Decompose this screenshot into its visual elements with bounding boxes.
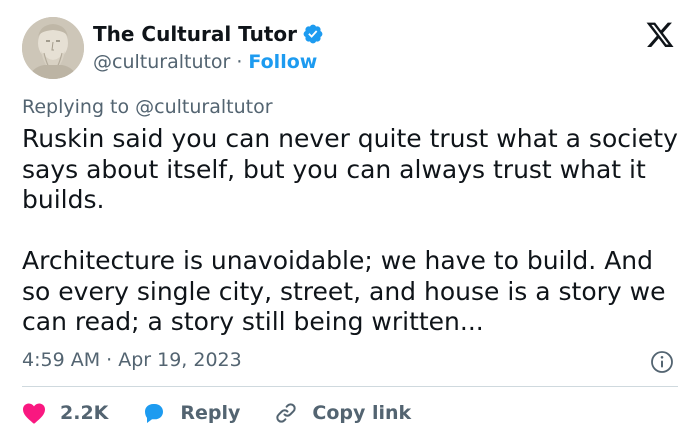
tweet-paragraph-2: Architecture is unavoidable; we have to … — [22, 246, 666, 336]
replying-mention-link[interactable]: @culturaltutor — [135, 96, 272, 118]
replying-to: Replying to @culturaltutor — [22, 96, 273, 118]
author-handle[interactable]: @culturaltutor — [93, 51, 230, 73]
action-bar: 2.2K Reply Copy link — [22, 398, 445, 428]
info-icon[interactable] — [650, 350, 674, 374]
speech-bubble-icon — [142, 402, 166, 424]
author-name[interactable]: The Cultural Tutor — [93, 22, 297, 46]
reply-button[interactable]: Reply — [142, 401, 240, 425]
divider — [22, 386, 678, 387]
handle-row: @culturaltutor · Follow — [93, 50, 317, 74]
avatar[interactable] — [22, 17, 84, 79]
verified-badge-icon — [302, 23, 324, 45]
follow-button[interactable]: Follow — [248, 51, 317, 73]
like-count: 2.2K — [60, 402, 109, 424]
x-logo-icon[interactable] — [645, 22, 675, 50]
separator-dot: · — [236, 51, 243, 73]
heart-icon — [22, 402, 46, 424]
timestamp-link[interactable]: 4:59 AM · Apr 19, 2023 — [22, 348, 242, 372]
tweet-card: The Cultural Tutor @culturaltutor · Follow… — [0, 0, 700, 441]
reply-label: Reply — [180, 402, 241, 424]
author-name-row: The Cultural Tutor — [93, 22, 324, 46]
statue-portrait-image — [22, 17, 84, 79]
like-button[interactable]: 2.2K — [22, 401, 108, 425]
copy-link-label: Copy link — [312, 402, 412, 424]
tweet-text: Ruskin said you can never quite trust wh… — [22, 124, 682, 338]
replying-prefix: Replying to — [22, 96, 136, 118]
link-icon — [274, 401, 298, 425]
tweet-paragraph-1: Ruskin said you can never quite trust wh… — [22, 124, 678, 214]
copy-link-button[interactable]: Copy link — [274, 401, 411, 425]
